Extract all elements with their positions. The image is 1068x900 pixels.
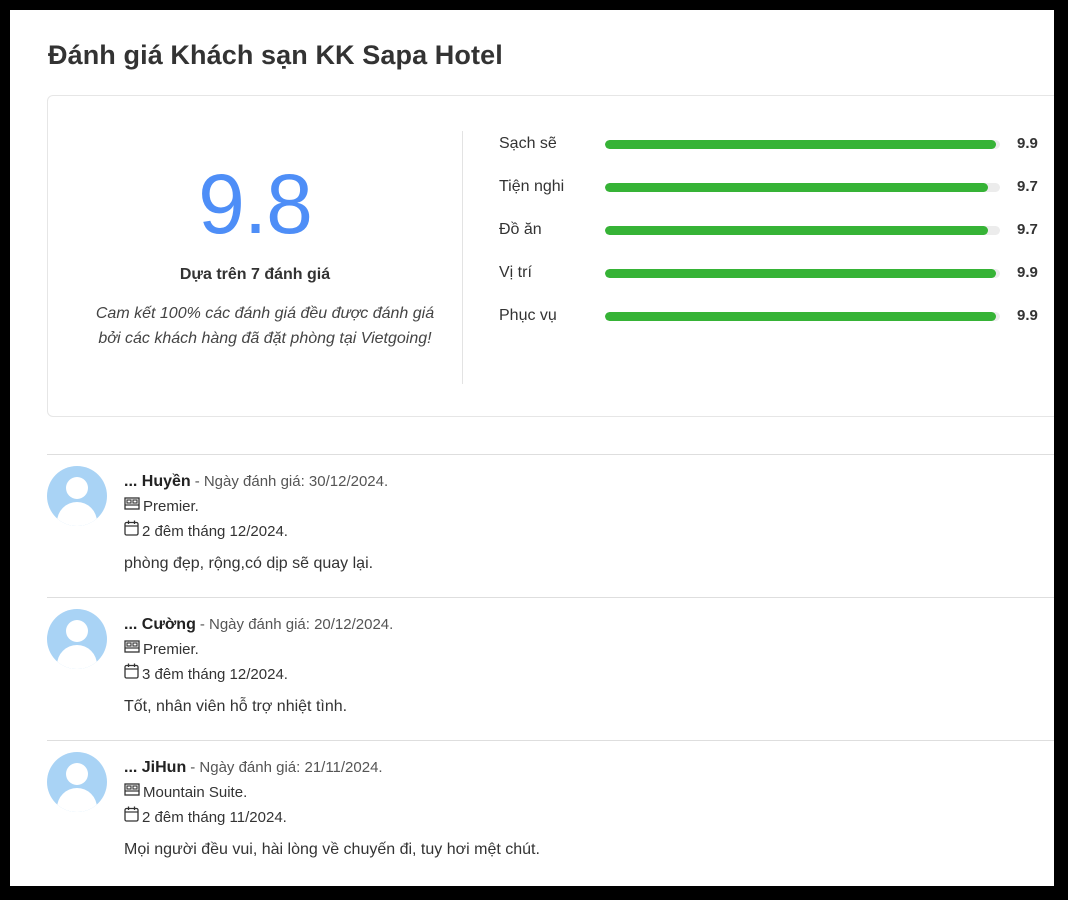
criterion-label: Đồ ăn (499, 221, 542, 238)
criterion-bar-fill (605, 183, 989, 192)
room-type-label: Premier. (143, 641, 199, 658)
bed-icon (124, 637, 140, 662)
room-type: Premier. (124, 637, 1054, 662)
criterion-value: 9.7 (1017, 221, 1038, 238)
room-type: Mountain Suite. (124, 780, 1054, 805)
criterion-label: Vị trí (499, 264, 532, 281)
reviewer-name: ... Huyền (124, 473, 191, 490)
review-date: - Ngày đánh giá: 21/11/2024. (190, 759, 383, 776)
review-count-text: Dựa trên 7 đánh giá (179, 266, 331, 283)
criterion-label: Phục vụ (499, 307, 557, 324)
criterion-bar-fill (605, 312, 997, 321)
criterion-row: Sạch sẽ 9.9 (499, 131, 1054, 174)
reviewer-name: ... Cường (124, 616, 196, 633)
review-text: Mọi người đều vui, hài lòng về chuyến đi… (124, 841, 540, 858)
criterion-bar (605, 140, 1000, 149)
overall-score-panel: 9.8 Dựa trên 7 đánh giá Cam kết 100% các… (48, 96, 462, 416)
criteria-list: Sạch sẽ 9.9 Tiện nghi 9.7 Đồ ăn 9.7 Vị t… (499, 131, 1054, 346)
calendar-icon (124, 519, 139, 544)
criterion-row: Tiện nghi 9.7 (499, 174, 1054, 217)
criterion-bar (605, 312, 1000, 321)
criterion-value: 9.9 (1017, 135, 1038, 152)
review-header: ... Cường - Ngày đánh giá: 20/12/2024. (124, 612, 1054, 637)
stay-label: 3 đêm tháng 12/2024. (142, 666, 288, 683)
stay-label: 2 đêm tháng 11/2024. (142, 809, 287, 826)
user-avatar-icon (47, 609, 107, 669)
rating-summary-card: 9.8 Dựa trên 7 đánh giá Cam kết 100% các… (47, 95, 1054, 417)
divider (462, 131, 463, 384)
user-avatar-icon (47, 466, 107, 526)
stay-info: 2 đêm tháng 12/2024. (124, 519, 1054, 544)
review-date: - Ngày đánh giá: 30/12/2024. (194, 473, 389, 490)
bed-icon (124, 494, 140, 519)
review-content: ... JiHun - Ngày đánh giá: 21/11/2024. M… (124, 755, 1054, 859)
review-header: ... Huyền - Ngày đánh giá: 30/12/2024. (124, 469, 1054, 494)
page-title: Đánh giá Khách sạn KK Sapa Hotel (48, 40, 503, 70)
criterion-bar (605, 183, 1000, 192)
stay-label: 2 đêm tháng 12/2024. (142, 523, 288, 540)
stay-info: 3 đêm tháng 12/2024. (124, 662, 1054, 687)
room-type: Premier. (124, 494, 1054, 519)
criterion-label: Sạch sẽ (499, 135, 557, 152)
commitment-text: Cam kết 100% các đánh giá đều được đánh … (95, 305, 435, 347)
criterion-row: Vị trí 9.9 (499, 260, 1054, 303)
review-content: ... Huyền - Ngày đánh giá: 30/12/2024. P… (124, 469, 1054, 573)
review-item: ... JiHun - Ngày đánh giá: 21/11/2024. M… (47, 740, 1054, 883)
criterion-bar-fill (605, 226, 989, 235)
calendar-icon (124, 805, 139, 830)
review-content: ... Cường - Ngày đánh giá: 20/12/2024. P… (124, 612, 1054, 716)
review-header: ... JiHun - Ngày đánh giá: 21/11/2024. (124, 755, 1054, 780)
review-list: ... Huyền - Ngày đánh giá: 30/12/2024. P… (47, 454, 1054, 883)
overall-score: 9.8 (198, 157, 313, 251)
criterion-bar (605, 269, 1000, 278)
criterion-bar-fill (605, 140, 997, 149)
criterion-row: Phục vụ 9.9 (499, 303, 1054, 346)
criterion-bar-fill (605, 269, 997, 278)
criterion-bar (605, 226, 1000, 235)
room-type-label: Premier. (143, 498, 199, 515)
reviewer-name: ... JiHun (124, 759, 187, 776)
criterion-row: Đồ ăn 9.7 (499, 217, 1054, 260)
review-item: ... Cường - Ngày đánh giá: 20/12/2024. P… (47, 597, 1054, 740)
review-date: - Ngày đánh giá: 20/12/2024. (199, 616, 394, 633)
frame-border (1054, 10, 1068, 888)
calendar-icon (124, 662, 139, 687)
criterion-value: 9.9 (1017, 307, 1038, 324)
stay-info: 2 đêm tháng 11/2024. (124, 805, 1054, 830)
criterion-label: Tiện nghi (499, 178, 565, 195)
review-item: ... Huyền - Ngày đánh giá: 30/12/2024. P… (47, 454, 1054, 597)
criterion-value: 9.7 (1017, 178, 1038, 195)
criterion-value: 9.9 (1017, 264, 1038, 281)
room-type-label: Mountain Suite. (143, 784, 248, 801)
review-text: Tốt, nhân viên hỗ trợ nhiệt tình. (124, 698, 348, 715)
bed-icon (124, 780, 140, 805)
reviews-page: Đánh giá Khách sạn KK Sapa Hotel 9.8 Dựa… (10, 10, 1054, 886)
review-text: phòng đẹp, rộng,có dịp sẽ quay lại. (124, 555, 374, 572)
user-avatar-icon (47, 752, 107, 812)
